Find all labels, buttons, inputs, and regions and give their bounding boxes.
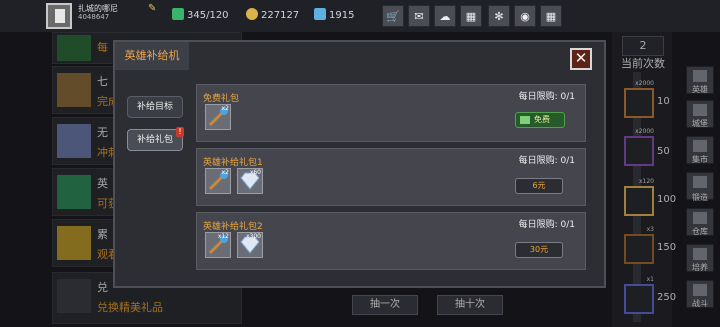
daily-limit: 每日限购: 0/1 bbox=[518, 156, 575, 166]
close-icon: ✕ bbox=[574, 49, 588, 67]
edit-icon[interactable]: ✎ bbox=[148, 4, 158, 14]
gem-icon bbox=[314, 8, 326, 20]
event-icon[interactable]: ◉ bbox=[514, 5, 536, 27]
free-claim-button[interactable]: 免费 bbox=[515, 112, 565, 128]
diamond-item-slot[interactable]: x60 bbox=[237, 168, 263, 194]
pack-name: 英雄补给礼包1 bbox=[203, 158, 263, 168]
buy-button[interactable]: 6元 bbox=[515, 178, 563, 194]
alert-badge: ! bbox=[176, 127, 184, 137]
pack-name: 免费礼包 bbox=[203, 94, 240, 104]
close-button[interactable]: ✕ bbox=[570, 48, 592, 70]
modal-title: 英雄补给机 bbox=[115, 42, 189, 70]
staff-item-slot[interactable]: x2 bbox=[205, 104, 231, 130]
mail-icon[interactable]: ✉ bbox=[408, 5, 430, 27]
chat-icon[interactable]: ☁ bbox=[434, 5, 456, 27]
settings-icon[interactable]: ✻ bbox=[488, 5, 510, 27]
grid-icon[interactable]: ▦ bbox=[540, 5, 562, 27]
shop-cart-icon[interactable]: 🛒 bbox=[382, 5, 404, 27]
tab-supply-pack[interactable]: 补给礼包 bbox=[127, 129, 183, 151]
buy-button[interactable]: 30元 bbox=[515, 242, 563, 258]
pack-card-free: 免费礼包 每日限购: 0/1 x2 免费 bbox=[196, 84, 586, 142]
coin-icon bbox=[246, 8, 258, 20]
coin-counter: 227127 bbox=[246, 8, 299, 22]
gem-counter: 1915 bbox=[314, 8, 354, 22]
staff-item-slot[interactable]: x12 bbox=[205, 232, 231, 258]
energy-counter: 345/120 bbox=[172, 8, 229, 22]
pack-card-2: 英雄补给礼包2 每日限购: 0/1 x12 x300 30元 bbox=[196, 212, 586, 270]
staff-item-slot[interactable]: x2 bbox=[205, 168, 231, 194]
pack-card-1: 英雄补给礼包1 每日限购: 0/1 x2 x60 6元 bbox=[196, 148, 586, 206]
video-icon bbox=[520, 116, 530, 124]
energy-icon bbox=[172, 8, 184, 20]
diamond-item-slot[interactable]: x300 bbox=[237, 232, 263, 258]
gift-icon[interactable]: ▦ bbox=[460, 5, 482, 27]
tab-supply-target[interactable]: 补给目标 bbox=[127, 96, 183, 118]
player-id: 4048647 bbox=[78, 13, 110, 21]
daily-limit: 每日限购: 0/1 bbox=[518, 92, 575, 102]
avatar[interactable] bbox=[46, 3, 72, 29]
daily-limit: 每日限购: 0/1 bbox=[518, 220, 575, 230]
pack-name: 英雄补给礼包2 bbox=[203, 222, 263, 232]
